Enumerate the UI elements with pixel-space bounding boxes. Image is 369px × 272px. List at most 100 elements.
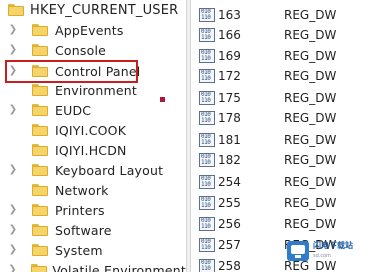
value-row[interactable]: 010 110 255 REG_DW [191,193,369,213]
tree-item-iqiyi-hcdn[interactable]: IQIYI.HCDN [0,140,186,160]
value-type: REG_DW [284,175,337,189]
tree-item-keyboard-layout[interactable]: ❯ Keyboard Layout [0,160,186,180]
value-name: 255 [218,196,241,210]
binary-value-icon: 010 110 [199,259,215,272]
tree-item-label: Volatile Environment [52,262,186,272]
tree-item-label: Console [55,42,107,58]
value-row[interactable]: 010 110 166 REG_DW [191,25,369,45]
value-type: REG_DW [284,69,337,83]
value-name: 181 [218,133,241,147]
value-name: 175 [218,91,241,105]
folder-icon [32,204,48,216]
chevron-right-icon[interactable]: ❯ [8,200,18,220]
tree-item-appevents[interactable]: ❯ AppEvents [0,20,186,40]
binary-value-icon: 010 110 [199,91,215,105]
chevron-right-icon[interactable]: ❯ [8,20,18,40]
tree-item-label: Control Panel [55,63,141,79]
folder-icon [32,164,48,176]
value-type: REG_DW [284,8,337,22]
value-row[interactable]: 010 110 175 REG_DW [191,88,369,108]
chevron-right-icon[interactable]: ❯ [8,40,18,60]
value-row[interactable]: 010 110 181 REG_DW [191,130,369,150]
tree-item-eudc[interactable]: ❯ EUDC [0,100,186,120]
value-name: 178 [218,111,241,125]
value-type: REG_DW [284,111,337,125]
binary-value-icon: 010 110 [199,69,215,83]
binary-value-icon: 010 110 [199,8,215,22]
chevron-right-icon[interactable]: ❯ [8,240,18,260]
binary-value-icon: 010 110 [199,111,215,125]
value-type: REG_DW [284,153,337,167]
value-type: REG_DW [284,133,337,147]
value-name: 257 [218,238,241,252]
value-row[interactable]: 010 110 178 REG_DW [191,108,369,128]
watermark-logo-icon [287,241,309,261]
value-type: REG_DW [284,91,337,105]
tree-item-environment[interactable]: Environment [0,80,186,100]
folder-icon [32,124,48,136]
value-name: 172 [218,69,241,83]
tree-item-label: AppEvents [55,22,124,38]
chevron-right-icon[interactable]: ❯ [8,160,18,180]
folder-icon [32,144,48,156]
tree-item-label: IQIYI.HCDN [55,142,127,158]
value-row[interactable]: 010 110 169 REG_DW [191,46,369,66]
value-type: REG_DW [284,49,337,63]
folder-icon [32,224,48,236]
value-name: 256 [218,217,241,231]
binary-value-icon: 010 110 [199,28,215,42]
value-row[interactable]: 010 110 256 REG_DW [191,214,369,234]
folder-icon [32,24,48,36]
watermark-subtitle: sd.com [313,253,332,259]
tree-item-console[interactable]: ❯ Console [0,40,186,60]
value-name: 169 [218,49,241,63]
value-type: REG_DW [284,217,337,231]
folder-icon [32,184,48,196]
value-row[interactable]: 010 110 182 REG_DW [191,150,369,170]
tree-item-printers[interactable]: ❯ Printers [0,200,186,220]
binary-value-icon: 010 110 [199,133,215,147]
folder-icon [32,84,48,96]
value-row[interactable]: 010 110 163 REG_DW [191,5,369,25]
binary-value-icon: 010 110 [199,49,215,63]
value-name: 254 [218,175,241,189]
site-watermark: 闪电下载站 sd.com [287,238,359,264]
value-name: 166 [218,28,241,42]
tree-item-iqiyi-cook[interactable]: IQIYI.COOK [0,120,186,140]
value-row[interactable]: 010 110 254 REG_DW [191,172,369,192]
chevron-right-icon[interactable]: ❯ [8,220,18,240]
value-name: 182 [218,153,241,167]
value-type: REG_DW [284,196,337,210]
folder-icon [32,244,48,256]
binary-value-icon: 010 110 [199,196,215,210]
value-name: 163 [218,8,241,22]
binary-value-icon: 010 110 [199,217,215,231]
cursor-marker [160,97,165,102]
tree-item-label: Printers [55,202,105,218]
value-row[interactable]: 010 110 172 REG_DW [191,66,369,86]
value-type: REG_DW [284,28,337,42]
tree-item-control-panel[interactable]: ❯ Control Panel [0,61,186,81]
folder-icon [32,104,48,116]
watermark-title: 闪电下载站 [313,241,353,250]
watermark-text: 闪电下载站 sd.com [313,241,353,261]
tree-item-network[interactable]: Network [0,180,186,200]
tree-item-volatile-environment[interactable]: ❯ Volatile Environment [0,260,186,272]
registry-values-list: 010 110 163 REG_DW 010 110 166 REG_DW 010 1… [191,0,369,272]
folder-icon [32,65,48,77]
tree-root-hkey-current-user[interactable]: HKEY_CURRENT_USER [0,0,186,20]
chevron-right-icon[interactable]: ❯ [8,100,18,120]
tree-item-label: EUDC [55,102,92,118]
tree-item-system[interactable]: ❯ System [0,240,186,260]
folder-icon [32,44,48,56]
folder-icon [30,264,48,272]
value-name: 258 [218,259,241,272]
tree-item-label: Software [55,222,112,238]
tree-item-software[interactable]: ❯ Software [0,220,186,240]
chevron-right-icon[interactable]: ❯ [8,61,18,81]
binary-value-icon: 010 110 [199,175,215,189]
chevron-right-icon[interactable]: ❯ [8,260,17,272]
tree-item-label: System [55,242,103,258]
tree-item-label: IQIYI.COOK [55,122,127,138]
tree-item-label: Keyboard Layout [55,162,164,178]
